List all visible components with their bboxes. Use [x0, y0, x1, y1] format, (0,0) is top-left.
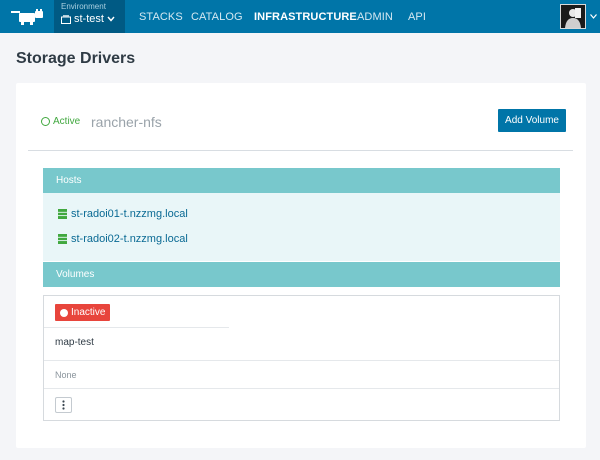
divider	[44, 360, 559, 361]
hosts-list: st-radoi01-t.nzzmg.local st-radoi02-t.nz…	[43, 193, 560, 261]
environment-switcher[interactable]: Environment st-test	[54, 0, 125, 33]
top-nav: Environment st-test STACKS CATALOG INFRA…	[0, 0, 600, 33]
status-active-icon	[41, 117, 50, 126]
environment-value[interactable]: st-test	[61, 13, 115, 25]
nav-infrastructure[interactable]: INFRASTRUCTURE	[254, 11, 357, 23]
nav-admin[interactable]: ADMIN	[357, 11, 393, 23]
kebab-menu-icon	[62, 400, 65, 410]
driver-status: Active	[41, 116, 80, 127]
divider	[44, 388, 559, 389]
volume-name: map-test	[55, 337, 94, 348]
rancher-logo-icon[interactable]	[10, 8, 44, 26]
hosts-header: Hosts	[43, 168, 560, 193]
volume-state-label: Inactive	[71, 307, 106, 318]
stack-icon	[61, 14, 71, 24]
divider	[44, 327, 229, 328]
user-avatar[interactable]	[560, 4, 586, 29]
chevron-down-icon	[107, 16, 115, 22]
server-icon	[58, 234, 67, 244]
server-icon	[58, 209, 67, 219]
volume-state-badge: Inactive	[55, 304, 111, 321]
page-title: Storage Drivers	[16, 50, 136, 67]
avatar-image-icon	[561, 5, 585, 28]
driver-status-label: Active	[53, 116, 81, 127]
divider	[28, 150, 573, 151]
add-volume-button[interactable]: Add Volume	[498, 109, 566, 132]
environment-name: st-test	[74, 13, 104, 25]
host-link[interactable]: st-radoi01-t.nzzmg.local	[71, 208, 188, 220]
host-link[interactable]: st-radoi02-t.nzzmg.local	[71, 233, 188, 245]
nav-api[interactable]: API	[408, 11, 426, 23]
storage-driver-card: Active rancher-nfs Add Volume Hosts st-r…	[16, 83, 586, 448]
host-item[interactable]: st-radoi01-t.nzzmg.local	[58, 208, 188, 220]
volumes-header: Volumes	[43, 262, 560, 287]
volume-actions-button[interactable]	[55, 397, 72, 413]
nav-stacks[interactable]: STACKS	[139, 11, 183, 23]
volume-detail: None	[55, 370, 77, 380]
environment-label: Environment	[61, 2, 106, 11]
host-item[interactable]: st-radoi02-t.nzzmg.local	[58, 233, 188, 245]
volume-item: Inactive map-test None	[43, 295, 560, 421]
user-menu-chevron-icon[interactable]	[590, 14, 597, 19]
nav-catalog[interactable]: CATALOG	[191, 11, 243, 23]
driver-name: rancher-nfs	[91, 114, 162, 130]
status-inactive-icon	[60, 308, 68, 317]
